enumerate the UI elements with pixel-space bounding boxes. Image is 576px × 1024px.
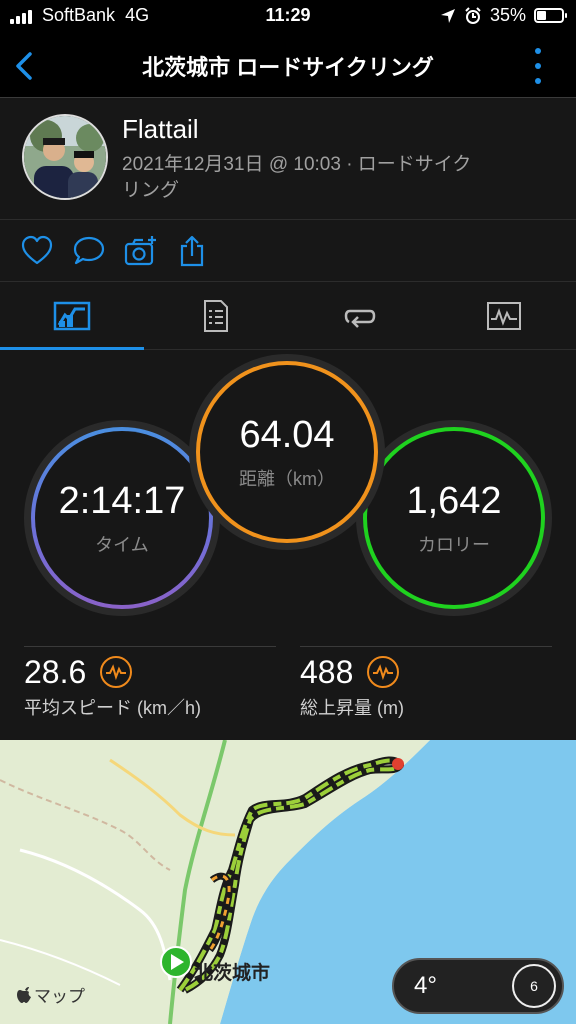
- tab-overview[interactable]: [0, 282, 144, 351]
- wind-speed-value: 6: [530, 978, 538, 994]
- tab-details[interactable]: [144, 282, 288, 350]
- add-photo-icon[interactable]: [124, 234, 158, 268]
- avg-speed-value: 28.6: [24, 653, 87, 690]
- apple-logo-icon: [17, 986, 31, 1003]
- activity-header: Flattail 2021年12月31日 @ 10:03 · ロードサイクリング: [0, 98, 576, 220]
- route-map[interactable]: 北茨城市 マップ 4° 6: [0, 740, 576, 1024]
- calories-ring: 1,642 カロリー: [356, 420, 552, 616]
- tab-bar: [0, 282, 576, 351]
- user-name[interactable]: Flattail: [122, 114, 199, 145]
- weather-widget[interactable]: 4° 6: [392, 958, 564, 1014]
- nav-bar: 北茨城市 ロードサイクリング: [0, 34, 576, 98]
- elevation-value: 488: [300, 653, 354, 690]
- battery-percent: 35%: [489, 5, 526, 25]
- calories-label: カロリー: [418, 534, 490, 555]
- avatar-photo: [24, 116, 106, 198]
- maps-attribution[interactable]: マップ: [16, 982, 85, 1007]
- divider: [24, 646, 276, 647]
- tab-charts[interactable]: [432, 282, 576, 350]
- page-title: 北茨城市 ロードサイクリング: [142, 55, 434, 80]
- action-bar: [0, 220, 576, 282]
- status-right: 35%: [440, 5, 567, 26]
- speed-chart-icon[interactable]: [100, 656, 133, 688]
- more-options-button[interactable]: [532, 48, 544, 84]
- elevation-metric: 488 総上昇量 (m): [300, 646, 552, 720]
- like-heart-icon[interactable]: [20, 234, 54, 268]
- more-dot-icon: [535, 78, 541, 84]
- temperature-value: 4°: [414, 972, 437, 999]
- distance-ring: 64.04 距離（km）: [189, 354, 385, 550]
- avg-speed-label: 平均スピード (km／h): [24, 698, 201, 718]
- time-value: 2:14:17: [58, 479, 186, 522]
- distance-value: 64.04: [239, 413, 335, 456]
- elevation-label: 総上昇量 (m): [300, 698, 404, 718]
- time-label: タイム: [95, 534, 149, 555]
- status-bar: SoftBank 4G 11:29 35%: [0, 0, 576, 34]
- distance-label: 距離（km）: [239, 468, 335, 489]
- avatar[interactable]: [22, 114, 108, 200]
- more-dot-icon: [535, 48, 541, 54]
- location-icon: [440, 8, 455, 23]
- overview-stats-icon: [53, 301, 91, 331]
- chart-graph-icon: [487, 302, 521, 330]
- alarm-icon: [465, 6, 481, 24]
- laps-repeat-icon: [344, 309, 376, 328]
- activity-date-type: 2021年12月31日 @ 10:03 · ロードサイクリング: [122, 154, 472, 201]
- more-dot-icon: [535, 63, 541, 69]
- battery-icon: [534, 8, 567, 23]
- share-icon[interactable]: [176, 234, 210, 268]
- elevation-chart-icon[interactable]: [367, 656, 400, 688]
- map-place-label: 北茨城市: [194, 963, 271, 984]
- divider: [300, 646, 552, 647]
- wind-compass-icon: 6: [512, 964, 556, 1008]
- tab-laps[interactable]: [288, 282, 432, 350]
- maps-attribution-text: マップ: [34, 987, 85, 1006]
- stats-panel: 2:14:17 タイム 1,642 カロリー 64.04 距離（km） 28.6: [0, 350, 576, 740]
- document-list-icon: [204, 300, 228, 332]
- calories-value: 1,642: [406, 479, 502, 522]
- avg-speed-metric: 28.6 平均スピード (km／h): [24, 646, 276, 720]
- comment-icon[interactable]: [72, 234, 106, 268]
